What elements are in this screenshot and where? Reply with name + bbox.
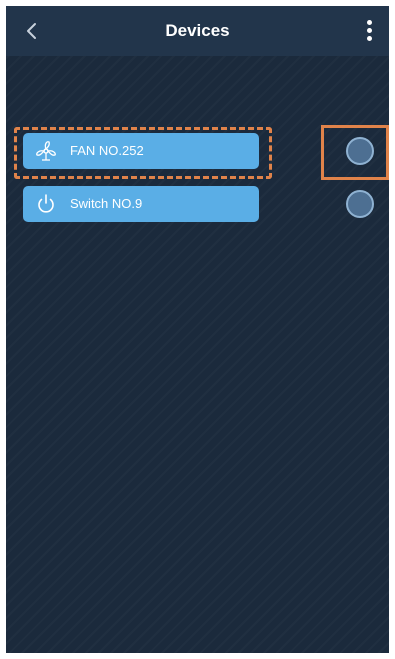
device-label-fan: FAN NO.252 <box>70 143 144 158</box>
app-screen: Devices FAN NO.252 Switch NO.9 <box>6 6 389 653</box>
power-icon <box>38 194 54 213</box>
nav-bar: Devices <box>6 6 389 56</box>
ellipsis-dot <box>367 28 372 33</box>
device-radio-fan[interactable] <box>346 137 374 165</box>
more-options-button[interactable] <box>359 18 381 44</box>
ellipsis-dot <box>367 36 372 41</box>
back-button[interactable] <box>18 18 46 44</box>
page-title: Devices <box>165 21 230 40</box>
chevron-left-icon <box>27 23 36 39</box>
device-item-fan[interactable]: FAN NO.252 <box>23 133 259 169</box>
device-label-switch: Switch NO.9 <box>70 196 143 211</box>
device-item-switch[interactable]: Switch NO.9 <box>23 186 259 222</box>
fan-icon <box>36 141 56 161</box>
vertical-ellipsis-icon <box>367 20 372 25</box>
device-radio-switch[interactable] <box>346 190 374 218</box>
